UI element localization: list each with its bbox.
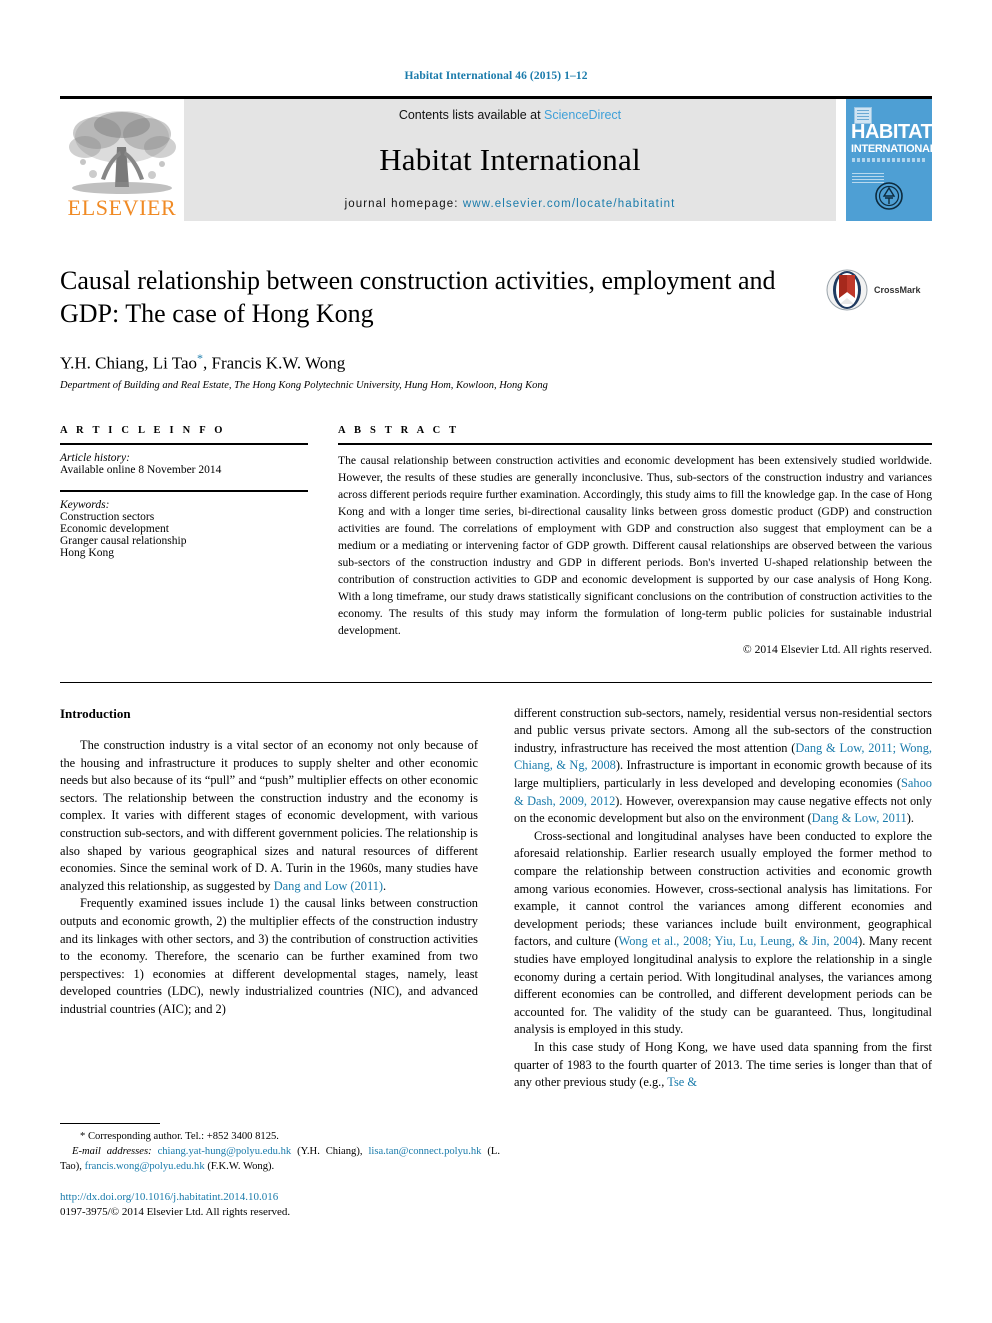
citation-link[interactable]: Tse & <box>667 1075 697 1089</box>
body-column-right: different construction sub-sectors, name… <box>514 705 932 1225</box>
body-column-left: Introduction The construction industry i… <box>60 705 500 1225</box>
masthead-center-panel: Contents lists available at ScienceDirec… <box>184 99 836 221</box>
paragraph-right-3-a: In this case study of Hong Kong, we have… <box>514 1040 932 1090</box>
author-list: Y.H. Chiang, Li Tao*, Francis K.W. Wong <box>60 351 932 374</box>
cover-title-line2: INTERNATIONAL <box>851 143 932 155</box>
keywords-label: Keywords: <box>60 499 110 512</box>
keyword-item: Granger causal relationship <box>60 535 187 548</box>
article-info-heading: A R T I C L E I N F O <box>60 425 226 437</box>
article-info-column: A R T I C L E I N F O Article history: A… <box>60 425 308 655</box>
contents-available-line: Contents lists available at ScienceDirec… <box>399 108 621 122</box>
abstract-text: The causal relationship between construc… <box>338 454 932 638</box>
article-page: Habitat International 46 (2015) 1–12 ELS… <box>0 0 992 1323</box>
paragraph-left-1: The construction industry is a vital sec… <box>60 737 478 895</box>
paragraph-right-1: different construction sub-sectors, name… <box>514 705 932 828</box>
email-link-3[interactable]: francis.wong@polyu.edu.hk <box>85 1161 205 1172</box>
abstract-column: A B S T R A C T The causal relationship … <box>338 425 932 656</box>
elsevier-logo: ELSEVIER <box>60 99 184 221</box>
paragraph-right-2: Cross-sectional and longitudinal analyse… <box>514 828 932 1039</box>
abstract-rule <box>338 443 932 446</box>
email-link-2[interactable]: lisa.tan@connect.polyu.hk <box>368 1146 481 1157</box>
article-history-label: Article history: <box>60 452 130 465</box>
doi-link[interactable]: http://dx.doi.org/10.1016/j.habitatint.2… <box>60 1190 290 1205</box>
section-heading-introduction: Introduction <box>60 705 131 721</box>
journal-cover-thumbnail: HABITAT INTERNATIONAL <box>846 99 932 221</box>
paragraph-right-3: In this case study of Hong Kong, we have… <box>514 1039 932 1092</box>
journal-homepage-link[interactable]: www.elsevier.com/locate/habitatint <box>463 198 676 210</box>
page-title: Causal relationship between construction… <box>60 266 776 328</box>
paragraph-right-2-b: ). Many recent studies have employed lon… <box>514 934 932 1037</box>
cover-emblem-icon <box>875 182 903 210</box>
email-owner-1: (Y.H. Chiang), <box>297 1146 363 1158</box>
email-owner-3: (F.K.W. Wong). <box>207 1161 275 1173</box>
authors-secondary: , Francis K.W. Wong <box>203 353 346 373</box>
paragraph-right-1-d: ). <box>906 811 914 826</box>
email-label: E-mail addresses: <box>72 1146 152 1158</box>
paragraph-left-2: Frequently examined issues include 1) th… <box>60 896 478 1017</box>
citation-link[interactable]: Wong et al., 2008; Yiu, Lu, Leung, & Jin… <box>619 934 859 948</box>
authors-primary: Y.H. Chiang, Li Tao <box>60 353 198 373</box>
footnote-block: * Corresponding author. Tel.: +852 3400 … <box>60 1123 500 1174</box>
footnote-rule <box>60 1123 160 1125</box>
paragraph-left-1-text: The construction industry is a vital sec… <box>60 737 478 893</box>
journal-homepage-line: journal homepage: www.elsevier.com/locat… <box>345 198 676 210</box>
elsevier-tree-icon <box>63 107 181 199</box>
journal-masthead: ELSEVIER Contents lists available at Sci… <box>60 96 932 221</box>
citation-link[interactable]: Dang and Low (2011) <box>274 879 383 893</box>
info-abstract-region: A R T I C L E I N F O Article history: A… <box>60 425 932 656</box>
keyword-item: Hong Kong <box>60 547 114 560</box>
abstract-copyright: © 2014 Elsevier Ltd. All rights reserved… <box>742 642 932 656</box>
crossmark-icon <box>826 269 868 311</box>
crossmark-label: CrossMark <box>874 285 921 295</box>
issn-copyright-line: 0197-3975/© 2014 Elsevier Ltd. All right… <box>60 1206 291 1219</box>
article-info-rule-top <box>60 443 308 446</box>
corresponding-author-note: * Corresponding author. Tel.: +852 3400 … <box>80 1131 279 1143</box>
sciencedirect-link[interactable]: ScienceDirect <box>544 108 621 122</box>
homepage-prefix: journal homepage: <box>344 198 463 210</box>
journal-title: Habitat International <box>379 142 641 177</box>
paragraph-right-2-a: Cross-sectional and longitudinal analyse… <box>514 828 932 949</box>
article-body: Introduction The construction industry i… <box>60 681 932 1225</box>
keyword-item: Economic development <box>60 523 169 536</box>
contents-prefix: Contents lists available at <box>398 108 545 122</box>
abstract-heading: A B S T R A C T <box>338 425 460 437</box>
article-info-rule-mid <box>60 490 308 493</box>
paragraph-left-1-tail: . <box>383 878 387 893</box>
citation-link[interactable]: Dang & Low, 2011 <box>812 811 907 825</box>
keyword-item: Construction sectors <box>60 511 155 524</box>
email-addresses-note: E-mail addresses: chiang.yat-hung@polyu.… <box>60 1144 500 1174</box>
cover-decorative-rule <box>852 158 926 162</box>
author-affiliation: Department of Building and Real Estate, … <box>60 380 548 392</box>
article-history-value: Available online 8 November 2014 <box>60 464 222 477</box>
elsevier-wordmark: ELSEVIER <box>67 195 177 220</box>
doi-block: http://dx.doi.org/10.1016/j.habitatint.2… <box>60 1190 290 1220</box>
crossmark-badge[interactable]: CrossMark <box>826 267 932 313</box>
email-link-1[interactable]: chiang.yat-hung@polyu.edu.hk <box>158 1146 292 1157</box>
running-head: Habitat International 46 (2015) 1–12 <box>404 70 588 82</box>
title-block: Causal relationship between construction… <box>60 265 932 391</box>
cover-title-line1: HABITAT <box>851 121 932 143</box>
